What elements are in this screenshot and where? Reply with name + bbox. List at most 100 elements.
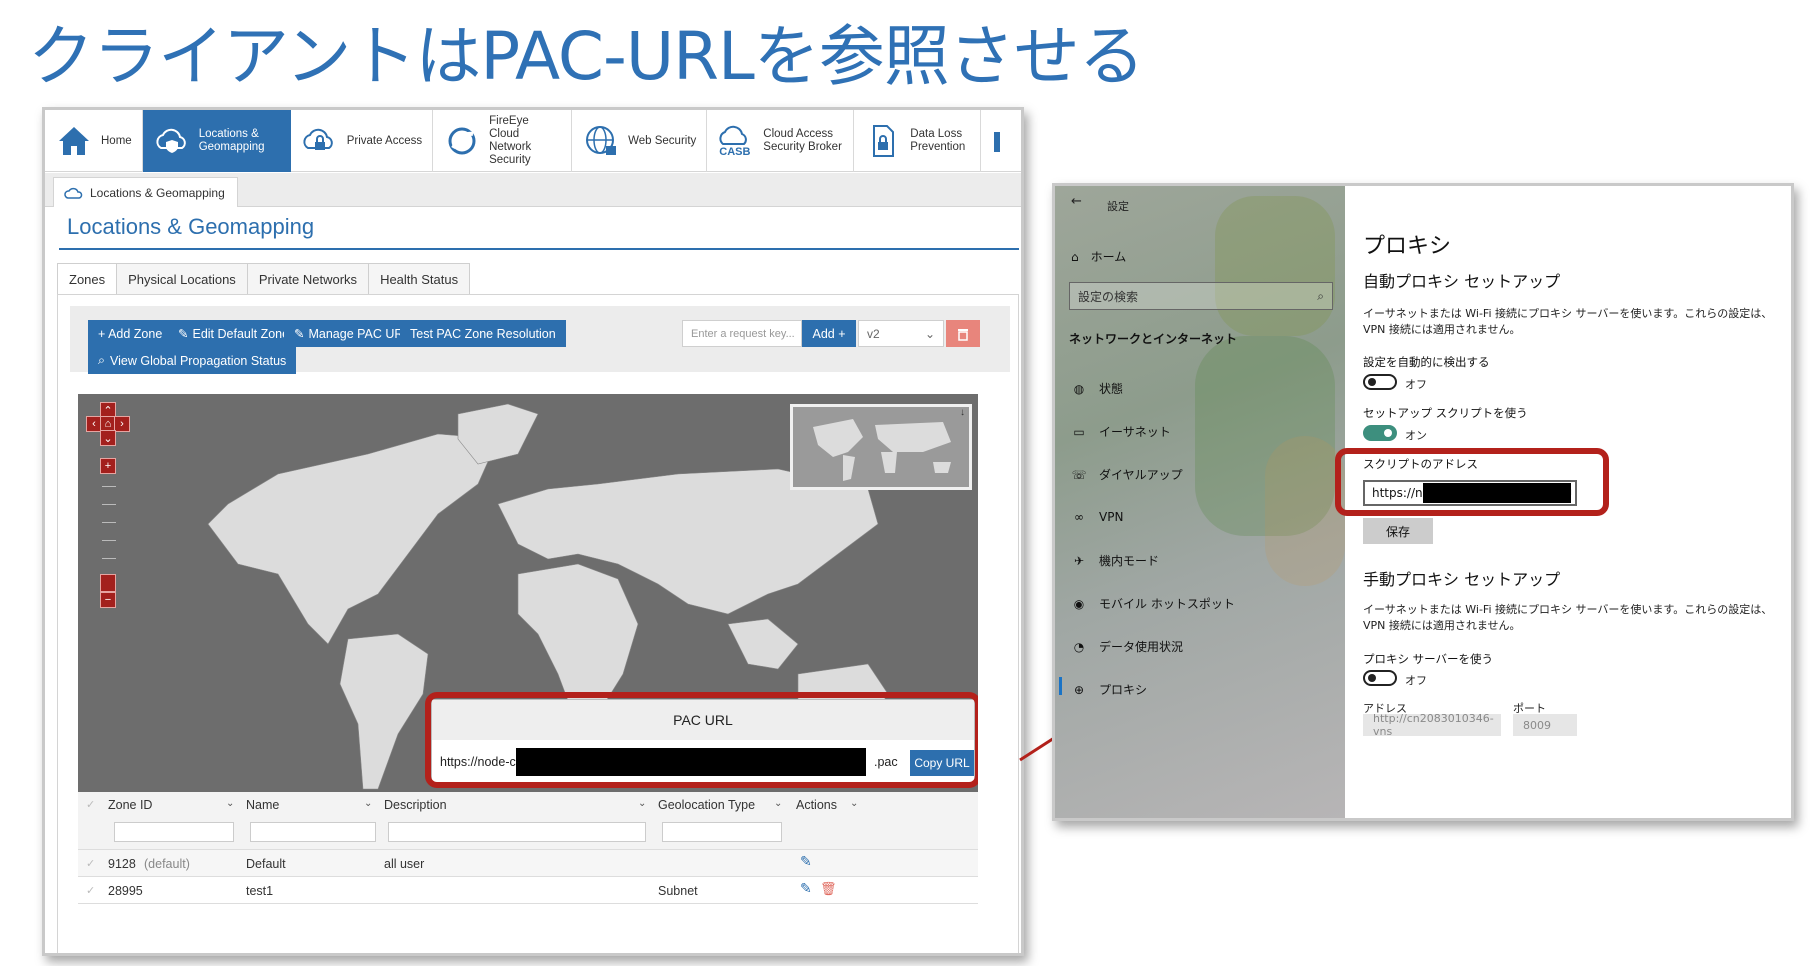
nav-home[interactable]: Home — [45, 110, 143, 172]
zoom-out-button[interactable]: − — [100, 592, 116, 608]
sidebar-item-vpn[interactable]: ∞ VPN — [1071, 509, 1123, 525]
nav-fireeye[interactable]: FireEye Cloud Network Security — [433, 110, 573, 172]
table-row[interactable]: ✓ 28995 test1 Subnet ✎ 🗑 — [78, 877, 978, 904]
nav-more[interactable] — [981, 110, 1015, 172]
use-proxy-toggle[interactable] — [1363, 670, 1397, 686]
pan-down-button[interactable]: ⌄ — [100, 430, 116, 446]
tab-private-networks[interactable]: Private Networks — [246, 263, 369, 295]
col-actions[interactable]: Actions ⌄ — [796, 798, 858, 812]
filter-zone-id[interactable] — [114, 822, 234, 842]
nav-web-security-label: Web Security — [628, 134, 697, 147]
proxy-address-input[interactable]: http://cn2083010346-vns — [1363, 712, 1501, 738]
version-select[interactable]: v2 ⌄ — [858, 320, 944, 347]
proxy-port-input[interactable]: 8009 — [1513, 714, 1577, 736]
filter-geolocation[interactable] — [662, 822, 782, 842]
nav-locations[interactable]: Locations & Geomapping — [142, 110, 291, 172]
nav-fireeye-label: FireEye Cloud Network Security — [489, 115, 532, 166]
use-script-toggle[interactable] — [1363, 425, 1397, 441]
sidebar-item-label: モバイル ホットスポット — [1099, 597, 1235, 611]
nav-home-label: Home — [101, 134, 132, 147]
nav-locations-label: Locations & Geomapping — [198, 128, 265, 153]
view-global-label: View Global Propagation Status — [110, 353, 287, 368]
chevron-down-icon: ⌄ — [226, 798, 235, 809]
tab-bar: Zones Physical Locations Private Network… — [57, 263, 471, 295]
auto-detect-label: 設定を自動的に検出する — [1363, 355, 1490, 369]
filter-description[interactable] — [388, 822, 646, 842]
breadcrumb[interactable]: Locations & Geomapping — [53, 177, 238, 207]
tab-physical-locations[interactable]: Physical Locations — [116, 263, 247, 295]
table-row[interactable]: ✓ 9128 (default) Default all user ✎ — [78, 850, 978, 877]
edit-pencil-icon[interactable]: ✎ — [800, 880, 812, 897]
col-geolocation-label: Geolocation Type — [658, 798, 756, 812]
slide-title: クライアントはPAC-URLを参照させる — [28, 18, 1145, 95]
add-key-button[interactable]: Add + — [802, 320, 856, 347]
world-map[interactable]: ⌃ ‹ ⌂ › ⌄ + − ↓ PAC URL https://node-c .… — [78, 394, 978, 792]
selected-indicator — [1059, 677, 1062, 695]
col-zone-id[interactable]: Zone ID ⌄ — [108, 798, 234, 812]
cell-name: Default — [246, 857, 286, 871]
select-all-check-icon[interactable]: ✓ — [86, 798, 95, 811]
sidebar-item-hotspot[interactable]: ◉ モバイル ホットスポット — [1071, 595, 1235, 612]
trash-icon[interactable]: 🗑 — [820, 881, 837, 897]
highlight-script-address — [1335, 448, 1609, 516]
settings-sidebar: ← 設定 ⌂ ホーム 設定の検索 ⌕ ネットワークとインターネット ◍ 状態 ▭ イ… — [1055, 186, 1345, 818]
pencil-icon: ✎ — [178, 327, 189, 341]
sidebar-item-label: データ使用状況 — [1099, 640, 1184, 654]
hotspot-icon: ◉ — [1073, 596, 1085, 611]
sidebar-item-data-usage[interactable]: ◔ データ使用状況 — [1071, 638, 1183, 655]
zoom-in-button[interactable]: + — [100, 458, 116, 474]
delete-button[interactable] — [946, 320, 980, 347]
save-button[interactable]: 保存 — [1363, 518, 1433, 544]
manual-proxy-heading: 手動プロキシ セットアップ — [1363, 570, 1561, 589]
cell-zone-id: 9128 — [108, 857, 136, 871]
pan-right-button[interactable]: › — [114, 416, 130, 432]
test-pac-zone-button[interactable]: Test PAC Zone Resolution — [400, 320, 566, 347]
nav-private-access[interactable]: Private Access — [291, 110, 434, 172]
top-nav: Home Locations & Geomapping Private Acce… — [45, 110, 1021, 172]
request-key-input[interactable]: Enter a request key... — [682, 320, 802, 347]
page-title: Locations & Geomapping — [67, 214, 315, 239]
edit-pencil-icon[interactable]: ✎ — [800, 853, 812, 870]
filter-name[interactable] — [250, 822, 376, 842]
sidebar-item-airplane[interactable]: ✈ 機内モード — [1071, 552, 1159, 569]
tab-zones[interactable]: Zones — [57, 263, 117, 295]
auto-detect-toggle[interactable] — [1363, 374, 1397, 390]
zoom-slider-handle[interactable] — [100, 574, 116, 592]
sidebar-item-label: ダイヤルアップ — [1099, 468, 1183, 482]
nav-casb[interactable]: CASB Cloud Access Security Broker — [707, 110, 855, 172]
toggle-knob — [1368, 674, 1376, 682]
sidebar-item-dialup[interactable]: ☏ ダイヤルアップ — [1071, 466, 1183, 483]
minimap-landmasses — [813, 419, 951, 481]
cloud-icon — [64, 187, 83, 199]
casb-icon: CASB — [717, 122, 755, 160]
settings-search-input[interactable]: 設定の検索 ⌕ — [1069, 282, 1333, 310]
col-name[interactable]: Name ⌄ — [246, 798, 372, 812]
download-icon[interactable]: ↓ — [960, 407, 965, 418]
row-check-icon[interactable]: ✓ — [86, 857, 95, 870]
sidebar-item-status[interactable]: ◍ 状態 — [1071, 380, 1123, 397]
search-icon: ⌕ — [1317, 288, 1324, 303]
add-zone-button[interactable]: + Add Zone — [88, 320, 173, 347]
col-geolocation-type[interactable]: Geolocation Type ⌄ — [658, 798, 782, 812]
col-actions-label: Actions — [796, 798, 837, 812]
nav-web-security[interactable]: Web Security — [572, 110, 708, 172]
tab-health-status[interactable]: Health Status — [368, 263, 471, 295]
cell-name: test1 — [246, 884, 274, 898]
dialup-icon: ☏ — [1071, 467, 1087, 482]
settings-app-title: 設定 — [1107, 200, 1129, 213]
col-description[interactable]: Description ⌄ — [384, 798, 646, 812]
back-arrow-icon[interactable]: ← — [1071, 194, 1082, 209]
edit-default-zone-button[interactable]: ✎ Edit Default Zone — [168, 320, 300, 347]
sidebar-item-proxy[interactable]: ⊕ プロキシ — [1071, 681, 1147, 698]
sidebar-item-home[interactable]: ⌂ ホーム — [1071, 248, 1126, 265]
overview-minimap[interactable]: ↓ — [790, 404, 972, 490]
nav-dlp[interactable]: Data Loss Prevention — [854, 110, 982, 172]
chevron-down-icon: ⌄ — [364, 798, 373, 809]
row-check-icon[interactable]: ✓ — [86, 884, 95, 897]
pencil-icon: ✎ — [294, 327, 305, 341]
zoom-tick — [102, 522, 116, 523]
breadcrumb-label: Locations & Geomapping — [90, 185, 225, 200]
version-value: v2 — [867, 326, 880, 341]
view-global-propagation-button[interactable]: ⌕ View Global Propagation Status — [88, 347, 297, 374]
sidebar-item-ethernet[interactable]: ▭ イーサネット — [1071, 423, 1170, 440]
